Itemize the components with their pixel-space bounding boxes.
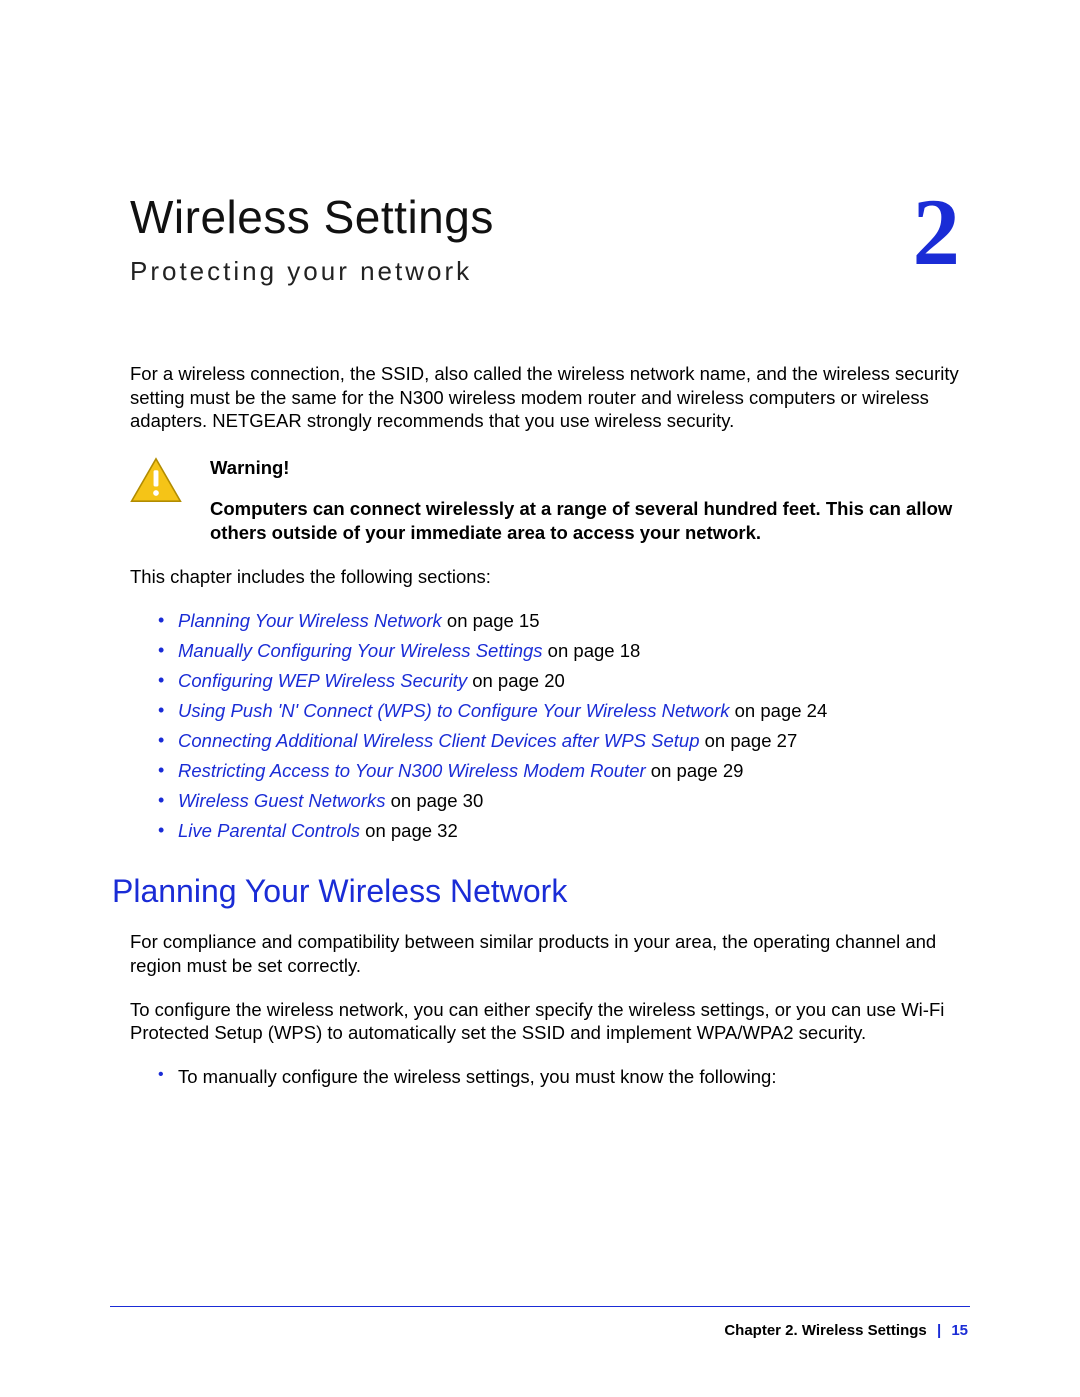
section-p2: To configure the wireless network, you c… xyxy=(130,998,970,1045)
warning-block: Warning! Computers can connect wirelessl… xyxy=(130,457,970,545)
toc-item: Restricting Access to Your N300 Wireless… xyxy=(158,759,970,783)
footer-page: 15 xyxy=(951,1322,968,1339)
footer-separator: | xyxy=(931,1322,947,1339)
toc-suffix: on page 29 xyxy=(646,760,744,781)
toc-suffix: on page 15 xyxy=(442,610,540,631)
toc-list: Planning Your Wireless Network on page 1… xyxy=(158,609,970,843)
toc-link[interactable]: Restricting Access to Your N300 Wireless… xyxy=(178,760,646,781)
bullet-item: To manually configure the wireless setti… xyxy=(158,1065,970,1089)
toc-intro: This chapter includes the following sect… xyxy=(130,565,970,589)
footer-chapter: Chapter 2. Wireless Settings xyxy=(724,1322,926,1339)
chapter-title: Wireless Settings xyxy=(130,190,970,244)
toc-item: Wireless Guest Networks on page 30 xyxy=(158,789,970,813)
toc-item: Using Push 'N' Connect (WPS) to Configur… xyxy=(158,699,970,723)
section-heading: Planning Your Wireless Network xyxy=(112,873,970,910)
toc-item: Manually Configuring Your Wireless Setti… xyxy=(158,639,970,663)
page: 2 Wireless Settings Protecting your netw… xyxy=(0,0,1080,1397)
section-p1: For compliance and compatibility between… xyxy=(130,930,970,977)
toc-link[interactable]: Configuring WEP Wireless Security xyxy=(178,670,467,691)
toc-link[interactable]: Connecting Additional Wireless Client De… xyxy=(178,730,700,751)
toc-suffix: on page 32 xyxy=(360,820,458,841)
warning-text: Warning! Computers can connect wirelessl… xyxy=(210,457,970,545)
footer-rule xyxy=(110,1306,970,1307)
chapter-number: 2 xyxy=(913,185,961,280)
toc-suffix: on page 18 xyxy=(543,640,641,661)
body: For a wireless connection, the SSID, als… xyxy=(130,362,970,1089)
toc-link[interactable]: Wireless Guest Networks xyxy=(178,790,386,811)
bullet-list: To manually configure the wireless setti… xyxy=(158,1065,970,1089)
toc-item: Connecting Additional Wireless Client De… xyxy=(158,729,970,753)
warning-icon xyxy=(130,457,182,508)
toc-item: Configuring WEP Wireless Security on pag… xyxy=(158,669,970,693)
toc-link[interactable]: Live Parental Controls xyxy=(178,820,360,841)
warning-body: Computers can connect wirelessly at a ra… xyxy=(210,497,970,545)
intro-paragraph: For a wireless connection, the SSID, als… xyxy=(130,362,970,433)
footer: Chapter 2. Wireless Settings | 15 xyxy=(724,1322,968,1339)
toc-item: Live Parental Controls on page 32 xyxy=(158,819,970,843)
toc-link[interactable]: Manually Configuring Your Wireless Setti… xyxy=(178,640,543,661)
chapter-subtitle: Protecting your network xyxy=(130,256,970,287)
toc-link[interactable]: Using Push 'N' Connect (WPS) to Configur… xyxy=(178,700,730,721)
toc-suffix: on page 24 xyxy=(730,700,828,721)
toc-link[interactable]: Planning Your Wireless Network xyxy=(178,610,442,631)
toc-suffix: on page 30 xyxy=(386,790,484,811)
toc-item: Planning Your Wireless Network on page 1… xyxy=(158,609,970,633)
toc-suffix: on page 20 xyxy=(467,670,565,691)
toc-suffix: on page 27 xyxy=(700,730,798,751)
warning-label: Warning! xyxy=(210,457,970,479)
